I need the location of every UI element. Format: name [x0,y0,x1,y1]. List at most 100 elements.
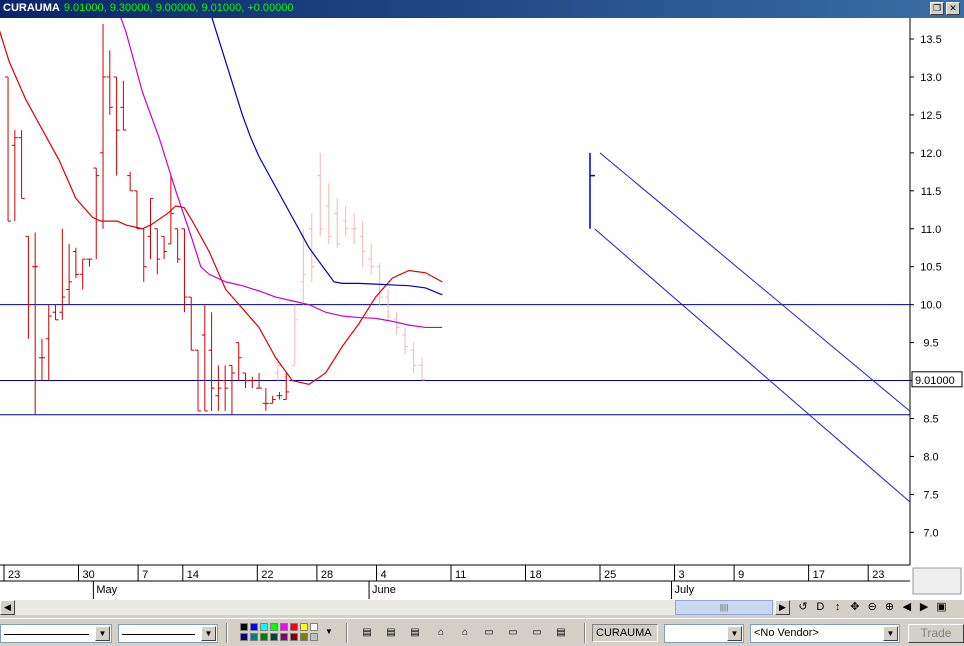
trade-button[interactable]: Trade [908,624,964,643]
color-swatch[interactable] [250,623,258,631]
price-axis-label: 10.0 [920,300,941,312]
period-select[interactable]: ▼ [664,624,744,643]
draw-tool-icon[interactable]: ⌂ [456,625,474,641]
color-swatch[interactable] [310,633,318,641]
color-swatch[interactable] [280,633,288,641]
last-price-label: 9.01000 [915,375,955,387]
window-layout-icon[interactable]: ▭ [504,625,522,641]
moving-average-red[interactable] [0,18,443,385]
separator [346,623,348,643]
window-layout-icon[interactable]: ▭ [480,625,498,641]
color-swatch[interactable] [290,623,298,631]
draw-tool-icon[interactable]: ⌂ [432,625,450,641]
move-vertical-icon[interactable]: ↕ [830,600,846,615]
month-label: May [96,584,117,596]
chart-canvas[interactable]: 13.513.012.512.011.511.010.510.09.59.08.… [0,18,964,600]
color-swatch[interactable] [290,633,298,641]
date-label: 14 [187,569,199,581]
price-axis-label: 13.5 [920,34,941,46]
chevron-down-icon: ▼ [883,626,898,641]
date-label: 30 [83,569,95,581]
moving-average-magenta[interactable] [109,18,443,329]
window-title: CURAUMA 9.01000, 9.30000, 9.00000, 9.0100… [3,2,294,14]
arrow-right-icon: ▶ [779,602,786,612]
line-width-select[interactable]: ▼ [118,624,218,643]
vendor-select[interactable]: <No Vendor> ▼ [750,624,900,643]
maximize-icon[interactable]: ▣ [933,600,949,615]
chevron-down-icon: ▼ [201,626,216,641]
color-swatch[interactable] [240,623,248,631]
price-axis-label: 11.0 [921,224,942,236]
color-swatch[interactable] [240,633,248,641]
moving-average-blue[interactable] [209,18,443,296]
chart-type-icon[interactable]: ▤ [358,625,376,641]
price-axis-label: 13.0 [920,72,941,84]
axis-corner-box [912,567,962,595]
color-swatch[interactable] [310,623,318,631]
chart-type-icon[interactable]: ▤ [382,625,400,641]
zoom-in-icon[interactable]: ⊕ [882,600,898,615]
date-label: 9 [738,569,744,581]
vendor-value: <No Vendor> [754,627,819,639]
price-axis-label: 11.5 [921,186,942,198]
color-swatch[interactable] [260,623,268,631]
separator [226,623,228,643]
scroll-left-icon[interactable]: ◀ [899,600,915,615]
date-label: 23 [872,569,884,581]
scroll-right-icon[interactable]: ▶ [916,600,932,615]
color-swatch[interactable] [250,633,258,641]
price-axis-label: 7.5 [923,489,938,501]
date-label: 3 [679,569,685,581]
chart-type-icon[interactable]: ▤ [406,625,424,641]
date-label: 28 [321,569,333,581]
price-axis-label: 8.0 [923,451,938,463]
refresh-icon[interactable]: ↺ [795,600,811,615]
quote-line: 9.01000, 9.30000, 9.00000, 9.01000, +0.0… [63,2,294,14]
date-label: 18 [530,569,542,581]
window-layout-icon[interactable]: ▭ [528,625,546,641]
date-label: 4 [381,569,387,581]
color-swatch[interactable] [270,633,278,641]
date-label: 7 [142,569,148,581]
price-axis-label: 12.5 [920,110,941,122]
color-swatch[interactable] [280,623,288,631]
price-axis-label: 10.5 [920,262,941,274]
symbol-field[interactable]: CURAUMA [592,624,658,642]
bottom-toolbar: ▼ ▼ ▼ ▤ ▤ ▤ ⌂ ⌂ ▭ ▭ ▭ ▤ CURAUMA ▼ <No Ve… [0,618,964,646]
color-swatch[interactable] [300,623,308,631]
arrow-left-icon: ◀ [4,602,11,612]
price-axis-label: 7.0 [923,527,938,539]
ohlc-bars [5,23,290,415]
date-label: 23 [8,569,20,581]
scroll-right-button[interactable]: ▶ [775,600,790,615]
month-label: July [675,584,695,596]
move-icon[interactable]: ✥ [847,600,863,615]
trend-channel-upper[interactable] [599,152,919,419]
chevron-down-icon: ▼ [727,626,742,641]
close-button[interactable]: ✕ [946,2,960,15]
color-swatch[interactable] [300,633,308,641]
restore-icon: ❐ [932,3,942,13]
month-label: June [372,584,396,596]
restore-button[interactable]: ❐ [930,2,944,15]
color-swatch[interactable] [270,623,278,631]
close-icon: ✕ [949,3,957,13]
horizontal-scrollbar[interactable]: ◀ |||| ▶ [0,600,790,615]
color-palette[interactable] [240,623,330,643]
trend-channel-lower[interactable] [594,228,919,510]
scroll-left-button[interactable]: ◀ [0,600,15,615]
daily-label[interactable]: D [812,600,828,615]
line-style-select[interactable]: ▼ [0,624,112,643]
price-chart[interactable]: 13.513.012.512.011.511.010.510.09.59.08.… [0,18,964,600]
price-axis-label: 12.0 [920,148,941,160]
palette-dropdown-icon[interactable]: ▼ [325,627,333,636]
title-bar: CURAUMA 9.01000, 9.30000, 9.00000, 9.0100… [0,0,964,18]
date-label: 11 [455,569,466,581]
print-icon[interactable]: ▤ [552,625,570,641]
date-label: 17 [813,569,825,581]
scroll-thumb[interactable]: |||| [675,600,773,615]
date-label: 22 [261,569,273,581]
chevron-down-icon: ▼ [95,626,110,641]
zoom-out-icon[interactable]: ⊖ [864,600,880,615]
color-swatch[interactable] [260,633,268,641]
